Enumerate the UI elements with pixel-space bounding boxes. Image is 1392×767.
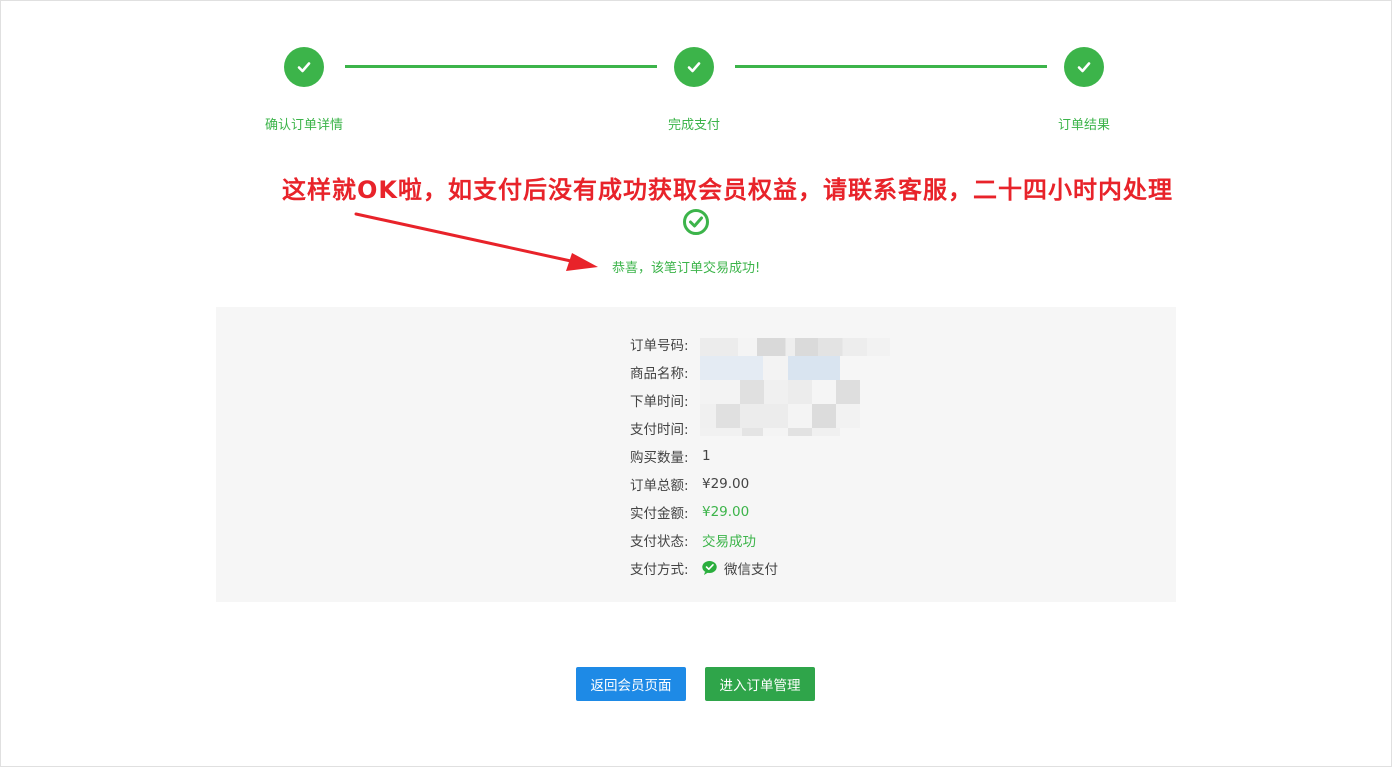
pay-method-value: 微信支付	[702, 558, 778, 578]
pay-method-row: 支付方式: 微信支付	[630, 558, 778, 578]
total-label: 订单总额:	[630, 478, 689, 494]
redacted-pay-time-tail	[700, 428, 840, 436]
product-name-label: 商品名称:	[630, 366, 689, 382]
status-value: 交易成功	[702, 534, 756, 550]
step-connector-2	[735, 65, 1047, 68]
status-row: 支付状态: 交易成功	[630, 530, 756, 550]
redacted-order-time	[700, 380, 860, 404]
total-row: 订单总额: ¥29.00	[630, 474, 749, 494]
order-number-label: 订单号码:	[630, 338, 689, 354]
order-management-button[interactable]: 进入订单管理	[705, 667, 815, 701]
paid-row: 实付金额: ¥29.00	[630, 502, 749, 522]
annotation-text: 这样就OK啦，如支付后没有成功获取会员权益，请联系客服，二十四小时内处理	[282, 176, 1173, 204]
step-2-label: 完成支付	[667, 118, 720, 133]
annotation-arrow-icon	[354, 212, 598, 271]
redacted-order-number	[700, 338, 890, 356]
total-value: ¥29.00	[702, 476, 750, 492]
pay-method-label: 支付方式:	[630, 562, 689, 578]
redacted-pay-time	[700, 404, 860, 428]
step-3-label: 订单结果	[1057, 118, 1110, 133]
order-time-label: 下单时间:	[630, 394, 689, 410]
status-label: 支付状态:	[630, 534, 689, 550]
step-1-check-icon	[284, 47, 324, 87]
success-check-icon	[683, 209, 709, 235]
product-name-row: 商品名称:	[630, 362, 702, 382]
pay-time-label: 支付时间:	[630, 422, 689, 438]
redacted-product-name	[700, 356, 840, 380]
wechat-icon	[702, 561, 717, 575]
pay-time-row: 支付时间:	[630, 418, 702, 438]
pay-method-text: 微信支付	[724, 562, 778, 578]
step-2-check-icon	[674, 47, 714, 87]
order-number-row: 订单号码:	[630, 334, 702, 354]
quantity-value: 1	[702, 448, 711, 464]
quantity-row: 购买数量: 1	[630, 446, 711, 466]
step-3-check-icon	[1064, 47, 1104, 87]
step-connector-1	[345, 65, 657, 68]
order-time-row: 下单时间:	[630, 390, 702, 410]
quantity-label: 购买数量:	[630, 450, 689, 466]
paid-label: 实付金额:	[630, 506, 689, 522]
success-message: 恭喜，该笔订单交易成功!	[612, 261, 761, 276]
paid-value: ¥29.00	[702, 504, 750, 520]
back-to-member-button[interactable]: 返回会员页面	[576, 667, 686, 701]
step-1-label: 确认订单详情	[264, 118, 343, 133]
